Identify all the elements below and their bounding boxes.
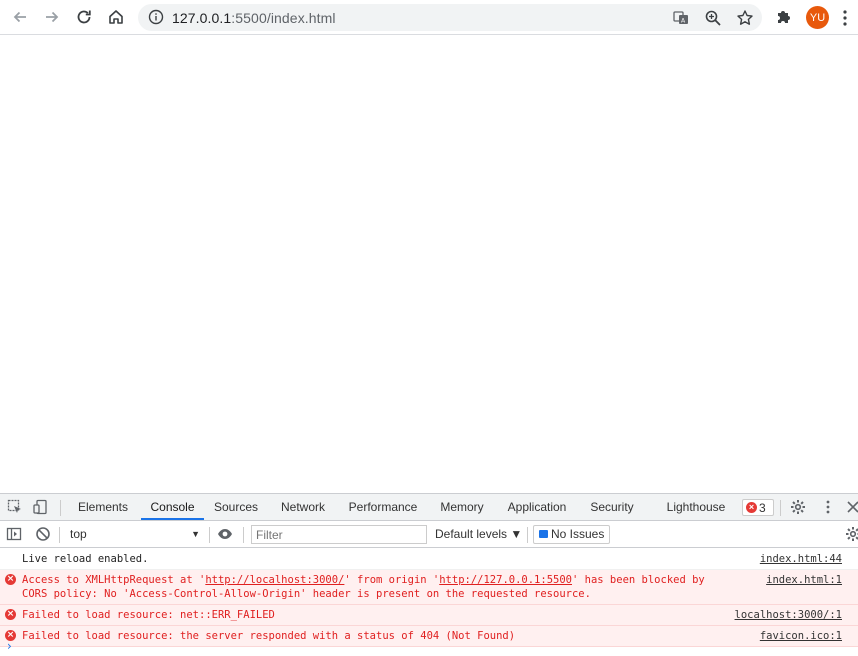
context-selector[interactable]: top ▼: [64, 524, 204, 545]
error-count-badge[interactable]: × 3: [742, 499, 774, 516]
dropdown-arrow-icon: ▼: [191, 529, 200, 539]
settings-gear-icon[interactable]: [790, 499, 806, 515]
back-button[interactable]: [7, 5, 33, 29]
issues-button[interactable]: No Issues: [533, 525, 610, 544]
origin-url-link[interactable]: http://127.0.0.1:5500: [439, 574, 572, 586]
message-text-part: ' from origin ': [344, 574, 440, 586]
show-sidebar-icon[interactable]: [6, 526, 22, 542]
tab-lighthouse[interactable]: Lighthouse: [662, 494, 730, 520]
profile-avatar[interactable]: YU: [806, 6, 829, 29]
error-icon: ×: [5, 609, 16, 620]
toolbar-divider: [243, 527, 244, 543]
console-message-source-link[interactable]: index.html:1: [766, 573, 842, 587]
devtools-panel: Elements Console Sources Network Perform…: [0, 493, 858, 656]
tab-application[interactable]: Application: [503, 494, 571, 520]
url-host: 127.0.0.1: [172, 10, 232, 26]
console-message-source-link[interactable]: favicon.ico:1: [760, 629, 842, 643]
error-icon: ×: [746, 502, 757, 513]
extensions-icon[interactable]: [775, 8, 795, 26]
console-message-source-link[interactable]: index.html:44: [760, 552, 842, 566]
tab-elements[interactable]: Elements: [74, 494, 132, 520]
console-message-text: Failed to load resource: net::ERR_FAILED: [22, 609, 275, 621]
tab-memory[interactable]: Memory: [435, 494, 489, 520]
devtools-menu-icon[interactable]: [820, 499, 836, 515]
console-filter-bar: top ▼ Default levels ▼ No Issues: [0, 521, 858, 548]
request-url-link[interactable]: http://localhost:3000/: [205, 574, 344, 586]
toolbar-divider: [60, 500, 61, 516]
toolbar-divider: [59, 527, 60, 543]
error-count: 3: [759, 500, 766, 515]
context-value: top: [70, 527, 87, 541]
inspect-element-icon[interactable]: [7, 499, 23, 515]
address-bar[interactable]: 127.0.0.1:5500/index.html A: [138, 4, 762, 31]
message-text-part: Access to XMLHttpRequest at ': [22, 574, 206, 586]
toolbar-divider: [527, 527, 528, 543]
issues-label: No Issues: [551, 527, 605, 541]
browser-toolbar: 127.0.0.1:5500/index.html A YU: [0, 0, 858, 35]
console-message: Live reload enabled. index.html:44: [0, 549, 858, 570]
device-toolbar-icon[interactable]: [33, 499, 49, 515]
translate-icon[interactable]: A: [672, 9, 690, 27]
reload-icon: [77, 10, 91, 24]
tab-sources[interactable]: Sources: [211, 494, 261, 520]
page-viewport: [0, 36, 858, 493]
devtools-tab-bar: Elements Console Sources Network Perform…: [0, 494, 858, 521]
console-message-text: Live reload enabled.: [22, 553, 149, 565]
star-icon[interactable]: [736, 9, 754, 27]
log-levels-dropdown[interactable]: Default levels ▼: [435, 524, 522, 545]
tab-network[interactable]: Network: [276, 494, 330, 520]
info-icon[interactable]: [148, 9, 164, 25]
url-text: 127.0.0.1:5500/index.html: [172, 10, 336, 26]
console-error-message: × Failed to load resource: net::ERR_FAIL…: [0, 605, 858, 626]
arrow-left-icon: [13, 11, 26, 23]
console-settings-gear-icon[interactable]: [845, 526, 858, 542]
forward-button[interactable]: [39, 5, 65, 29]
toolbar-divider: [209, 527, 210, 543]
close-icon[interactable]: [845, 499, 858, 515]
console-message-text-continued: CORS policy: No 'Access-Control-Allow-Or…: [22, 588, 591, 600]
home-icon: [109, 10, 123, 24]
zoom-icon[interactable]: [704, 9, 722, 27]
toolbar-divider: [780, 500, 781, 516]
console-message-source-link[interactable]: localhost:3000/:1: [735, 608, 842, 622]
filter-input[interactable]: [251, 525, 427, 544]
console-message-text: Failed to load resource: the server resp…: [22, 630, 516, 642]
message-text-part: ' has been blocked by: [572, 574, 705, 586]
console-message-text: Access to XMLHttpRequest at 'http://loca…: [22, 573, 742, 587]
clear-console-icon[interactable]: [35, 526, 51, 542]
reload-button[interactable]: [71, 5, 97, 29]
console-error-message: × Failed to load resource: the server re…: [0, 626, 858, 647]
tab-console[interactable]: Console: [141, 494, 204, 520]
more-menu-icon[interactable]: [842, 9, 848, 27]
console-prompt-chevron-icon[interactable]: ›: [7, 639, 12, 653]
tab-performance[interactable]: Performance: [345, 494, 421, 520]
home-button[interactable]: [103, 5, 129, 29]
console-error-message: × Access to XMLHttpRequest at 'http://lo…: [0, 570, 858, 605]
error-icon: ×: [5, 574, 16, 585]
url-path: :5500/index.html: [231, 10, 336, 26]
live-expression-eye-icon[interactable]: [217, 526, 233, 542]
arrow-right-icon: [46, 11, 59, 23]
issues-icon: [539, 530, 548, 538]
console-output: Live reload enabled. index.html:44 × Acc…: [0, 549, 858, 656]
tab-security[interactable]: Security: [587, 494, 637, 520]
